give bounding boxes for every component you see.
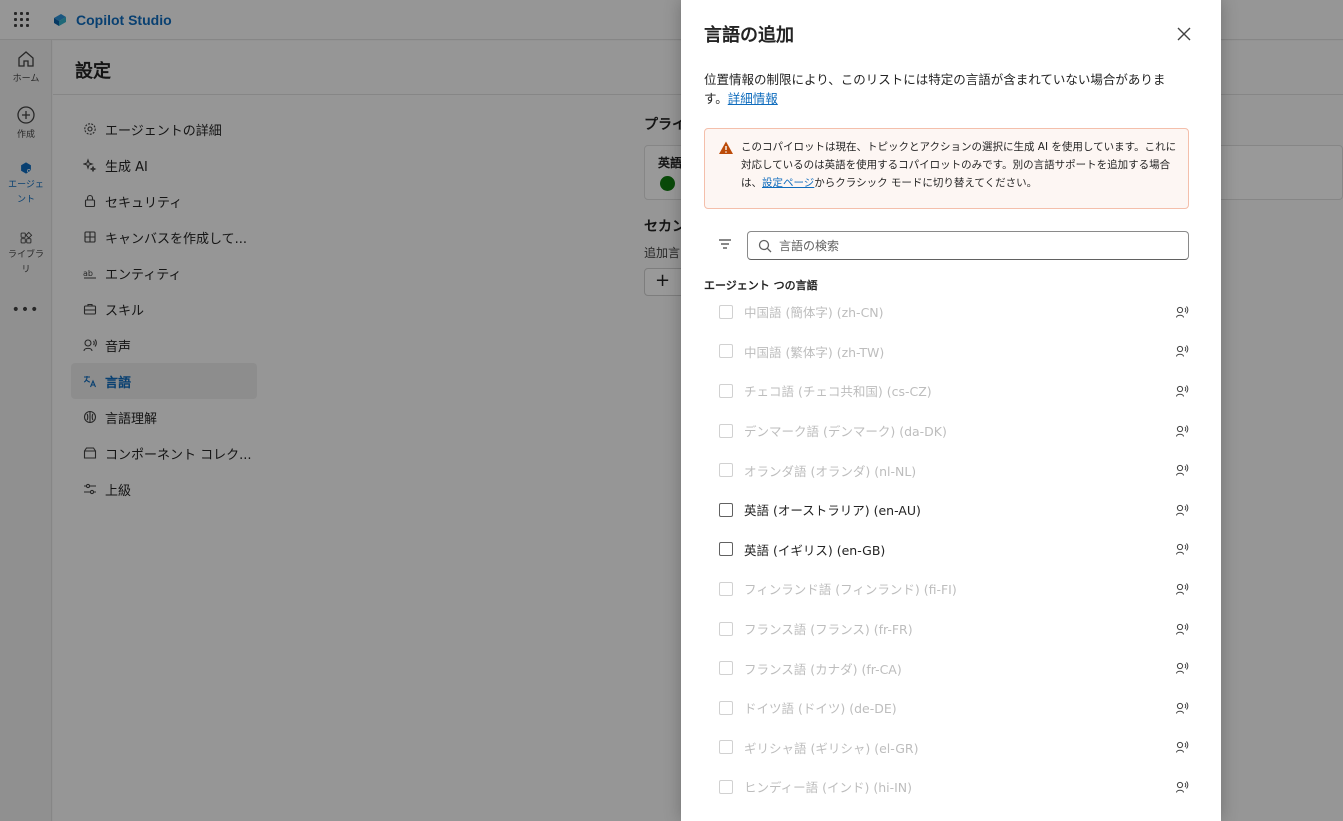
language-checkbox — [719, 423, 733, 438]
voice-support-icon — [1176, 503, 1189, 516]
language-checkbox — [719, 344, 733, 359]
voice-support-icon — [1176, 385, 1189, 397]
language-checkbox — [719, 581, 733, 596]
learn-more-link[interactable]: 詳細情報 — [728, 91, 778, 106]
language-list-heading: エージェント つの言語 — [704, 279, 818, 292]
language-checkbox — [719, 463, 733, 478]
language-checkbox — [719, 621, 733, 636]
language-name: 英語 (イギリス) (en-GB) — [744, 542, 886, 558]
language-row: フランス語 (フランス) (fr-FR) — [704, 609, 1194, 649]
language-row: チェコ語 (チェコ共和国) (cs-CZ) — [704, 371, 1194, 411]
language-name: 中国語 (繁体字) (zh-TW) — [744, 344, 885, 360]
voice-support-icon — [1176, 622, 1189, 635]
language-row: オランダ語 (オランダ) (nl-NL) — [704, 450, 1194, 490]
settings-page-link[interactable]: 設定ページ — [762, 177, 814, 189]
language-name: ギリシャ語 (ギリシャ) (el-GR) — [744, 740, 919, 756]
language-name: デンマーク語 (デンマーク) (da-DK) — [744, 424, 947, 440]
warning-text: このコパイロットは現在、トピックとアクションの選択に生成 AI を使用しています… — [741, 138, 1177, 192]
language-name: フランス語 (フランス) (fr-FR) — [744, 622, 913, 638]
language-checkbox — [719, 740, 733, 755]
voice-support-icon — [1176, 583, 1189, 595]
language-row: フランス語 (カナダ) (fr-CA) — [704, 648, 1194, 688]
close-button[interactable] — [1173, 23, 1195, 45]
language-name: チェコ語 (チェコ共和国) (cs-CZ) — [744, 384, 932, 400]
language-name: フランス語 (カナダ) (fr-CA) — [744, 661, 902, 677]
voice-support-icon — [1176, 424, 1189, 437]
close-icon — [1177, 27, 1191, 41]
voice-support-icon — [1176, 464, 1189, 476]
language-row: ドイツ語 (ドイツ) (de-DE) — [704, 688, 1194, 728]
panel-description: 位置情報の制限により、このリストには特定の言語が含まれていない場合があります。詳… — [704, 70, 1184, 108]
voice-support-icon — [1176, 701, 1189, 714]
warning-text-part: からクラシック モードに切り替えてください。 — [814, 177, 1038, 189]
language-row: 中国語 (繁体字) (zh-TW) — [704, 332, 1194, 372]
language-name: ヒンディー語 (インド) (hi-IN) — [744, 780, 913, 796]
search-input[interactable] — [779, 238, 1179, 253]
language-name: フィンランド語 (フィンランド) (fi-FI) — [744, 582, 957, 598]
voice-support-icon — [1176, 345, 1189, 358]
language-checkbox — [719, 661, 733, 676]
language-checkbox — [719, 779, 733, 794]
language-name: 英語 (オーストラリア) (en-AU) — [744, 503, 921, 519]
language-search[interactable] — [747, 231, 1189, 260]
voice-support-icon — [1176, 543, 1189, 555]
language-checkbox — [719, 700, 733, 715]
language-row: デンマーク語 (デンマーク) (da-DK) — [704, 411, 1194, 451]
language-row[interactable]: 英語 (オーストラリア) (en-AU) — [704, 490, 1194, 530]
language-row[interactable]: 英語 (イギリス) (en-GB) — [704, 530, 1194, 570]
filter-icon[interactable] — [717, 236, 733, 252]
voice-support-icon — [1176, 662, 1189, 674]
warning-banner: このコパイロットは現在、トピックとアクションの選択に生成 AI を使用しています… — [704, 128, 1189, 209]
language-name: 中国語 (簡体字) (zh-CN) — [744, 305, 884, 321]
language-name: オランダ語 (オランダ) (nl-NL) — [744, 463, 917, 479]
language-checkbox — [719, 383, 733, 398]
voice-support-icon — [1176, 305, 1189, 318]
language-checkbox[interactable] — [719, 542, 733, 557]
language-row: ギリシャ語 (ギリシャ) (el-GR) — [704, 728, 1194, 768]
language-name: ドイツ語 (ドイツ) (de-DE) — [744, 701, 897, 717]
add-language-panel: 言語の追加 位置情報の制限により、このリストには特定の言語が含まれていない場合が… — [681, 0, 1221, 821]
language-row: フィンランド語 (フィンランド) (fi-FI) — [704, 569, 1194, 609]
language-row: 中国語 (簡体字) (zh-CN) — [704, 292, 1194, 332]
voice-support-icon — [1176, 781, 1189, 793]
panel-title: 言語の追加 — [704, 25, 794, 46]
language-list: 中国語 (簡体字) (zh-CN) 中国語 (繁体字) (zh-TW) チェコ語 (… — [704, 292, 1194, 807]
search-icon — [758, 239, 772, 252]
language-checkbox — [719, 304, 733, 319]
language-checkbox[interactable] — [719, 502, 733, 517]
warning-icon — [719, 141, 733, 154]
language-row: ヒンディー語 (インド) (hi-IN) — [704, 767, 1194, 807]
voice-support-icon — [1176, 741, 1189, 753]
